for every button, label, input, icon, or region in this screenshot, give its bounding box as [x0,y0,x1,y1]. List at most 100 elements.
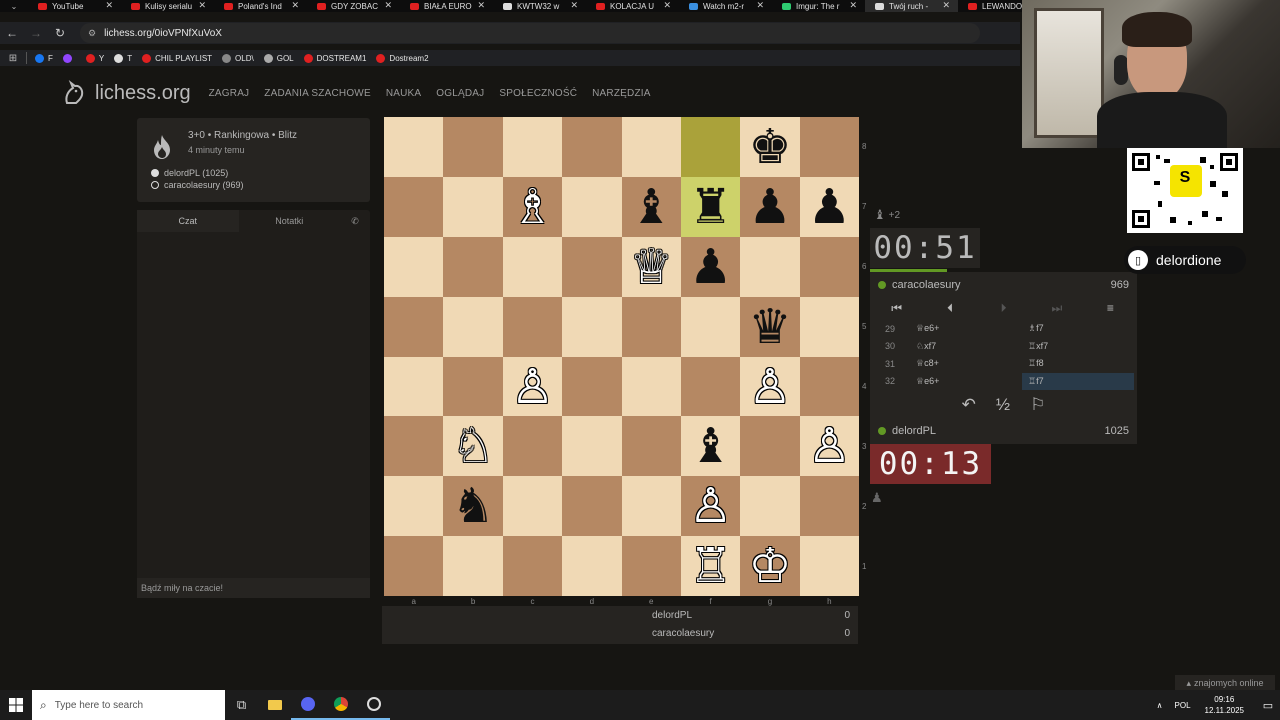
square-d1[interactable] [562,536,622,597]
white-piece-h3[interactable]: ♙ [808,422,851,470]
black-piece-f3[interactable]: ♝ [689,422,732,470]
square-b5[interactable] [443,296,503,357]
square-f3[interactable]: ♝ [680,416,741,477]
obs-icon[interactable] [357,690,390,720]
square-d7[interactable] [562,176,622,237]
tray-chevron-icon[interactable]: ∧ [1157,701,1163,710]
language-indicator[interactable]: POL [1175,701,1191,710]
black-move[interactable]: ♖xf7 [1022,341,1134,352]
bookmark-item[interactable]: DOSTREAM1 [303,53,366,63]
square-f8[interactable] [680,117,741,177]
square-a3[interactable] [384,416,444,477]
first-move-icon[interactable]: ⏮ [870,301,923,316]
reload-icon[interactable]: ↻ [48,26,72,40]
white-piece-f2[interactable]: ♙ [689,482,732,530]
nav-item[interactable]: SPOŁECZNOŚĆ [499,88,577,99]
score-player-name[interactable]: delordPL [652,610,692,621]
site-logo[interactable]: lichess.org [60,79,191,107]
browser-tab[interactable]: GDY ZOBAC ✕ [307,0,400,12]
square-g2[interactable] [740,476,800,537]
friends-online-button[interactable]: ▴ znajomych online [1175,675,1275,691]
square-a4[interactable] [384,356,444,417]
clock[interactable]: 09:16 12.11.2025 [1205,694,1244,716]
square-b2[interactable]: ♞ [443,476,503,537]
white-piece-g1[interactable]: ♔ [749,542,792,590]
black-piece-e7[interactable]: ♝ [630,183,673,231]
square-b7[interactable] [443,176,503,237]
square-b1[interactable] [443,536,503,597]
close-tab-icon[interactable]: ✕ [384,0,392,11]
bookmark-item[interactable] [62,53,76,63]
nav-item[interactable]: NAUKA [386,88,421,99]
tab-search-chevron-icon[interactable]: ⌄ [0,2,28,11]
browser-tab[interactable]: BIAŁA EURO ✕ [400,0,493,12]
square-d8[interactable] [562,117,622,177]
notification-icon[interactable]: ▭ [1256,699,1280,712]
white-player[interactable]: delordPL (1025) [151,168,244,178]
square-h1[interactable] [799,536,860,597]
nav-item[interactable]: OGLĄDAJ [436,88,484,99]
square-e5[interactable] [621,296,681,357]
bookmark-item[interactable]: Dostream2 [376,53,429,63]
square-c8[interactable] [502,117,563,177]
site-info-icon[interactable]: ⚙ [88,28,96,39]
taskbar-search[interactable]: ⌕ Type here to search [32,690,225,720]
white-move[interactable]: ♕c8+ [910,358,1022,369]
black-move[interactable]: ♖f7 [1022,372,1134,390]
square-e7[interactable]: ♝ [621,176,681,237]
white-piece-c4[interactable]: ♙ [511,363,554,411]
square-d6[interactable] [562,236,622,297]
square-d3[interactable] [562,416,622,477]
menu-icon[interactable]: ≡ [1084,301,1137,315]
nav-item[interactable]: ZAGRAJ [209,88,250,99]
browser-tab[interactable]: Watch m2-r ✕ [679,0,772,12]
square-h7[interactable]: ♟ [799,176,860,237]
opponent-name[interactable]: caracolaesury [892,279,960,291]
discord-icon[interactable] [291,690,324,720]
browser-tab[interactable]: Twój ruch - ✕ [865,0,958,12]
white-move[interactable]: ♕e6+ [910,376,1022,387]
square-a7[interactable] [384,176,444,237]
url-field[interactable]: ⚙ lichess.org/0ioVPNfXuVoX [80,23,980,43]
tab-notes[interactable]: Notatki [239,210,341,232]
square-b4[interactable] [443,356,503,417]
square-c7[interactable]: ♗ [502,176,563,237]
black-piece-g5[interactable]: ♛ [749,303,792,351]
square-g1[interactable]: ♔ [740,536,800,597]
square-f4[interactable] [680,356,741,417]
black-piece-g8[interactable]: ♚ [749,123,792,171]
black-piece-f6[interactable]: ♟ [689,243,732,291]
resign-flag-icon[interactable]: ⚐ [1030,395,1045,415]
square-g4[interactable]: ♙ [740,356,800,417]
player-bar[interactable]: delordPL 1025 [870,418,1137,444]
close-tab-icon[interactable]: ✕ [477,0,485,11]
white-piece-e6[interactable]: ♕ [630,243,673,291]
start-button[interactable] [0,690,32,720]
white-piece-f1[interactable]: ♖ [689,542,732,590]
file-explorer-icon[interactable] [258,690,291,720]
black-move[interactable]: ♗f7 [1022,323,1134,334]
square-g8[interactable]: ♚ [740,117,800,177]
square-c4[interactable]: ♙ [502,356,563,417]
square-h8[interactable] [799,117,860,177]
square-g6[interactable] [740,236,800,297]
square-b8[interactable] [443,117,503,177]
square-c1[interactable] [502,536,563,597]
black-piece-h7[interactable]: ♟ [808,183,851,231]
square-h4[interactable] [799,356,860,417]
square-f1[interactable]: ♖ [680,536,741,597]
chrome-icon[interactable] [324,690,357,720]
square-f2[interactable]: ♙ [680,476,741,537]
browser-tab[interactable]: Poland's Ind ✕ [214,0,307,12]
square-c6[interactable] [502,236,563,297]
white-piece-b3[interactable]: ♘ [452,422,495,470]
white-piece-c7[interactable]: ♗ [511,183,554,231]
bookmark-item[interactable]: GOL [263,53,294,63]
bookmark-item[interactable]: CHIL PLAYLIST [142,53,212,63]
close-tab-icon[interactable]: ✕ [756,0,764,11]
square-e8[interactable] [621,117,681,177]
close-tab-icon[interactable]: ✕ [105,0,113,11]
black-player[interactable]: caracolaesury (969) [151,180,244,190]
square-e1[interactable] [621,536,681,597]
square-c5[interactable] [502,296,563,357]
